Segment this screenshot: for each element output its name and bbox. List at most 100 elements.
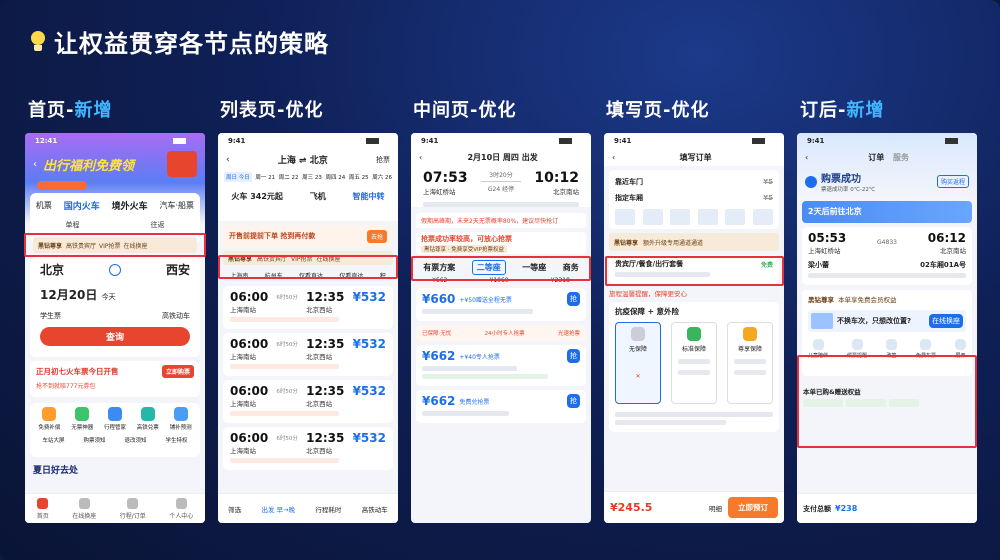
back-icon[interactable]: ‹ — [419, 153, 422, 162]
filter-button[interactable]: 筛选 — [228, 504, 241, 514]
protect-tip: 旅程温馨提醒，保障更安心 — [609, 290, 687, 298]
student-option[interactable]: 学生票 — [40, 311, 61, 321]
phone-home: 12:41 ‹ 出行福利免费领 机票 国内火车 境外火车 汽车·船票 单程 往返… — [25, 133, 205, 523]
duration: 6时50分 — [276, 295, 298, 301]
date-chip[interactable]: 周二 22 — [279, 173, 299, 181]
promo-button[interactable]: 立即购票 — [161, 365, 194, 378]
highlight-box-middle — [411, 256, 591, 281]
mode-train[interactable]: 火车 342元起 — [231, 191, 282, 202]
middle-date[interactable]: 2月10日 周四 出发 — [467, 152, 537, 163]
total-price: ¥245.5 — [610, 501, 653, 514]
lightbulb-icon — [30, 30, 46, 53]
dep-station: 上海南站 — [230, 353, 256, 361]
date-field[interactable]: 12月20日 今天 — [40, 286, 190, 303]
promo-card[interactable]: 正月初七火车票今日开售 立即购票 抢不到就赔777元券包 — [30, 361, 200, 397]
duration-button[interactable]: 行程耗时 — [315, 504, 341, 514]
route-to: 北京 — [309, 156, 328, 166]
tab-home[interactable]: 首页 — [37, 497, 49, 520]
to-city[interactable]: 西安 — [166, 261, 190, 278]
train-card[interactable]: 06:00 上海南站 6时50分 12:35 北京西站 ¥532 — [223, 333, 393, 376]
presale-alert: 开售前提前下单 抢到再付款 去抢 — [223, 225, 393, 247]
detail-link[interactable]: 明细 — [709, 503, 722, 513]
section-label-home: 首页-新增 — [28, 100, 113, 121]
plan-option[interactable]: 标准保障 — [671, 322, 717, 404]
arr-time: 12:35 — [306, 337, 345, 351]
tab-seat[interactable]: 在线换座 — [72, 497, 96, 520]
search-button[interactable]: 查询 — [40, 327, 190, 346]
tab-roundtrip[interactable]: 往返 — [151, 220, 165, 230]
nav-bus[interactable]: 汽车·船票 — [159, 200, 194, 211]
train-card[interactable]: 06:00 上海南站 6时50分 12:35 北京西站 ¥532 — [223, 286, 393, 329]
nav-train[interactable]: 国内火车 — [64, 199, 100, 212]
phone-after: 9:41 ‹ 订单 服务 购票成功 票退成功率 0℃-22℃ 购买返程 2天后前往… — [797, 133, 977, 523]
presale-button[interactable]: 去抢 — [366, 229, 387, 243]
date-chip[interactable]: 周五 25 — [349, 173, 369, 181]
dep-station: 上海南站 — [230, 447, 256, 455]
swap-icon[interactable] — [109, 263, 121, 276]
date-chip[interactable]: 周三 23 — [302, 173, 322, 181]
grab-button[interactable]: 抢 — [567, 349, 580, 363]
grab-button[interactable]: 抢 — [567, 394, 580, 408]
dep-station: 上海南站 — [230, 306, 256, 314]
dep-time: 06:00 — [230, 384, 269, 398]
vip-strip[interactable]: 抢票成功率较高，可放心抢票 黑钻尊享 · 免费享受VIP抢票权益 — [416, 232, 586, 254]
link-item[interactable]: 学生特权 — [165, 436, 187, 444]
return-ticket-button[interactable]: 购买返程 — [936, 175, 969, 188]
date-chip[interactable]: 周四 24 — [326, 173, 346, 181]
grab-link[interactable]: 抢票 — [376, 155, 390, 165]
link-item[interactable]: 退改须知 — [124, 436, 146, 444]
hero-cta[interactable] — [37, 181, 87, 190]
highlight-box-after — [797, 355, 977, 448]
dep-station: 上海南站 — [230, 400, 256, 408]
section-label-middle: 中间页-优化 — [413, 100, 517, 121]
back-icon[interactable]: ‹ — [612, 153, 615, 162]
phone-list: 9:41 ‹ 上海 ⇌ 北京 抢票 周日 今日 周一 21 周二 22 周三 2… — [218, 133, 398, 523]
plan-option[interactable]: 无保障 ✕ — [615, 322, 661, 404]
mode-transfer[interactable]: 智能中转 — [353, 191, 385, 202]
train-card[interactable]: 06:00 上海南站 6时50分 12:35 北京西站 ¥532 — [223, 380, 393, 423]
after-bottom: 支付总额 ¥238 — [797, 493, 977, 523]
link-item[interactable]: 购票须知 — [83, 436, 105, 444]
highspeed-button[interactable]: 高铁动车 — [362, 504, 388, 514]
tab-service[interactable]: 服务 — [893, 153, 909, 162]
feature-item[interactable]: 行程管家 — [104, 407, 126, 431]
feature-item[interactable]: 免费补偿 — [38, 407, 60, 431]
change-seat-button[interactable]: 在线换座 — [929, 314, 963, 328]
sort-button[interactable]: 出发 早→晚 — [262, 504, 296, 514]
success-icon — [805, 175, 817, 188]
train-card[interactable]: 06:00 上海南站 6时50分 12:35 北京西站 ¥532 — [223, 427, 393, 470]
nav-intl-train[interactable]: 境外火车 — [112, 199, 148, 212]
plan-option[interactable]: 尊享保障 — [727, 322, 773, 404]
mode-flight[interactable]: 飞机 — [310, 191, 326, 202]
back-icon[interactable]: ‹ — [33, 159, 37, 170]
offer-card: ¥660 +¥50赠送全程无票抢 — [416, 288, 586, 321]
tab-order[interactable]: 订单 — [868, 153, 884, 162]
link-item[interactable]: 车站大屏 — [42, 436, 64, 444]
pref-door[interactable]: 靠近车门 — [615, 177, 643, 187]
peak-warning: 假期高峰期，未来2天无票概率80%，建议尽快抢订 — [416, 213, 586, 228]
back-icon[interactable]: ‹ — [226, 155, 230, 165]
phone-middle: 9:41 ‹ 2月10日 周四 出发 07:53 上海虹桥站 3时20分 G24 经… — [411, 133, 591, 523]
back-icon[interactable]: ‹ — [805, 153, 808, 162]
tab-oneway[interactable]: 单程 — [66, 220, 80, 230]
pref-carriage[interactable]: 指定车厢 — [615, 193, 643, 203]
trip-banner: 2天后前往北京 — [802, 201, 972, 223]
date-chip[interactable]: 周六 26 — [372, 173, 392, 181]
feature-item[interactable]: 无票神器 — [71, 407, 93, 431]
date-chip[interactable]: 周日 今日 — [224, 172, 252, 182]
feature-item[interactable]: 高铁兑票 — [137, 407, 159, 431]
date-chip[interactable]: 周一 21 — [255, 173, 275, 181]
nav-flight[interactable]: 机票 — [36, 200, 52, 211]
arr-time: 12:35 — [306, 290, 345, 304]
grab-button[interactable]: 抢 — [567, 292, 580, 306]
bottom-tabbar: 首页 在线换座 行程/订单 个人中心 — [25, 493, 205, 523]
perk-card: 已保障·无忧 24小时专人抢票 光速抢票 — [416, 325, 586, 341]
tab-profile[interactable]: 个人中心 — [169, 497, 193, 520]
insurance-card: 抗疫保障 + 意外险 无保障 ✕ 标准保障 尊享保障 — [609, 302, 779, 432]
submit-button[interactable]: 立即预订 — [728, 497, 778, 518]
highspeed-option[interactable]: 高铁动车 — [162, 311, 190, 321]
from-city[interactable]: 北京 — [40, 261, 64, 278]
vip-strip[interactable]: 黑钻尊享 额外升级专用通道通道 — [609, 233, 779, 251]
feature-item[interactable]: 铺补预测 — [170, 407, 192, 431]
tab-orders[interactable]: 行程/订单 — [120, 497, 146, 520]
